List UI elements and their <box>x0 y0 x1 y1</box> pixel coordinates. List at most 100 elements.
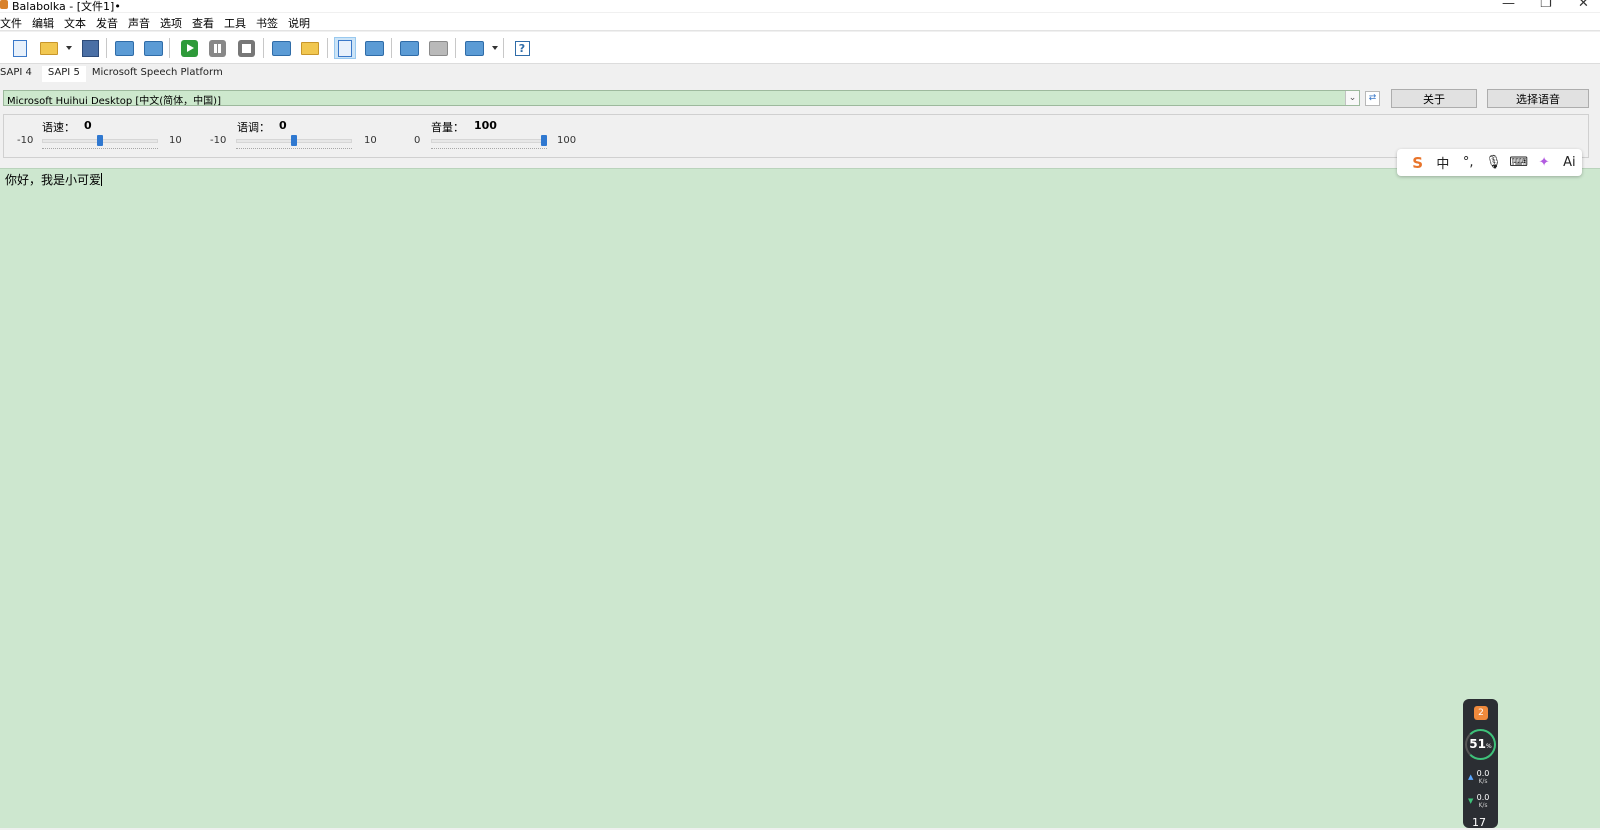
toolbar-separator <box>455 38 456 58</box>
read-clipboard-button[interactable] <box>270 37 292 59</box>
print-button[interactable] <box>113 37 135 59</box>
editor-content[interactable]: 你好，我是小可爱 <box>5 171 103 188</box>
voice-row: Microsoft Huihui Desktop [中文(简体，中国)] ⌄ ⇄… <box>0 86 1600 110</box>
menu-view[interactable]: 查看 <box>192 13 220 30</box>
play-button[interactable] <box>178 37 200 59</box>
tab-sapi4[interactable]: SAPI 4 <box>0 66 36 82</box>
volume-slider-thumb[interactable] <box>541 135 547 146</box>
add-bookmark-button[interactable] <box>398 37 420 59</box>
stop-button[interactable] <box>235 37 257 59</box>
save-icon <box>81 39 99 57</box>
edit-text-icon <box>338 39 352 57</box>
ime-mode-toggle[interactable]: 中 <box>1430 153 1455 172</box>
toolbar-separator <box>503 38 504 58</box>
about-button[interactable]: 关于 <box>1391 89 1477 108</box>
pitch-min: -10 <box>210 135 227 146</box>
add-bookmark-icon <box>399 40 419 56</box>
spell-check-icon <box>364 40 384 56</box>
play-icon <box>180 39 198 57</box>
toolbar-separator <box>391 38 392 58</box>
maximize-button[interactable]: ❐ <box>1540 0 1552 11</box>
read-file-icon <box>301 41 319 55</box>
refresh-voices-button[interactable]: ⇄ <box>1365 91 1380 106</box>
volume-ticks <box>431 148 547 151</box>
toolbar-separator <box>263 38 264 58</box>
menu-file[interactable]: 文件 <box>0 13 28 30</box>
ime-logo-icon[interactable]: S <box>1405 154 1430 172</box>
window-title: Balabolka - [文件1]• <box>12 0 121 13</box>
menu-tools[interactable]: 工具 <box>224 13 252 30</box>
rate-label: 语速： <box>42 121 75 134</box>
help-icon: ? <box>514 40 530 56</box>
menu-edit[interactable]: 编辑 <box>32 13 60 30</box>
spell-check-button[interactable] <box>363 37 385 59</box>
remove-bookmark-button[interactable] <box>427 37 449 59</box>
text-cursor <box>101 173 103 186</box>
voice-settings-panel: 语速： 0 -10 10 语调： 0 -10 10 音量： 100 0 100 <box>3 114 1589 158</box>
volume-value: 100 <box>474 119 497 132</box>
cpu-percent: 51% <box>1463 737 1498 751</box>
download-speed-value: 0.0 <box>1476 793 1490 802</box>
rate-ticks <box>42 148 158 151</box>
voice-select[interactable]: Microsoft Huihui Desktop [中文(简体，中国)] ⌄ <box>3 90 1360 107</box>
pitch-slider-thumb[interactable] <box>291 135 297 146</box>
choose-voice-button[interactable]: 选择语音 <box>1487 89 1589 108</box>
volume-slider[interactable] <box>431 139 547 143</box>
read-file-button[interactable] <box>299 37 321 59</box>
toolbar: ? <box>0 32 1600 64</box>
menu-help[interactable]: 说明 <box>288 13 316 30</box>
chevron-down-icon[interactable]: ⌄ <box>1345 91 1359 105</box>
perf-badge: 2 <box>1474 706 1488 720</box>
help-button[interactable]: ? <box>511 37 533 59</box>
toolbar-separator <box>106 38 107 58</box>
ime-punctuation-toggle[interactable]: °, <box>1456 155 1481 170</box>
refresh-icon: ⇄ <box>1368 93 1377 103</box>
voice-select-value: Microsoft Huihui Desktop [中文(简体，中国)] <box>7 96 221 107</box>
download-speed-unit: K/s <box>1478 802 1488 809</box>
open-folder-icon <box>40 41 58 55</box>
menu-speech[interactable]: 声音 <box>128 13 156 30</box>
open-dropdown-icon[interactable] <box>66 46 72 50</box>
rate-min: -10 <box>17 135 34 146</box>
rate-value: 0 <box>84 119 92 132</box>
read-clipboard-icon <box>271 40 291 56</box>
title-bar: Balabolka - [文件1]• — ❐ ✕ <box>0 0 1600 13</box>
menu-options[interactable]: 选项 <box>160 13 188 30</box>
tab-sapi5[interactable]: SAPI 5 <box>41 66 86 82</box>
engine-tabs: SAPI 4 SAPI 5 Microsoft Speech Platform <box>0 66 233 82</box>
toolbar-separator <box>169 38 170 58</box>
rate-slider-thumb[interactable] <box>97 135 103 146</box>
upload-speed-value: 0.0 <box>1476 769 1490 778</box>
download-speed: 0.0 K/s <box>1470 794 1496 810</box>
performance-widget[interactable]: 2 51% ▲ 0.0 K/s ▼ 0.0 K/s 17 <box>1463 699 1498 829</box>
close-button[interactable]: ✕ <box>1578 0 1589 11</box>
menu-bookmarks[interactable]: 书签 <box>256 13 284 30</box>
pause-icon <box>208 39 226 57</box>
open-file-button[interactable] <box>38 37 60 59</box>
pause-button[interactable] <box>206 37 228 59</box>
toolbar-separator <box>327 38 328 58</box>
edit-text-button[interactable] <box>334 37 356 59</box>
new-document-button[interactable] <box>9 37 31 59</box>
save-button[interactable] <box>79 37 101 59</box>
minimize-button[interactable]: — <box>1502 0 1515 11</box>
menu-pronunciation[interactable]: 发音 <box>96 13 124 30</box>
print-preview-icon <box>143 40 163 56</box>
menu-text[interactable]: 文本 <box>64 13 92 30</box>
ime-ai-button[interactable]: Ai <box>1557 155 1582 170</box>
magic-icon[interactable]: ✦ <box>1531 155 1556 170</box>
bookmarks-dropdown-icon[interactable] <box>492 46 498 50</box>
pitch-value: 0 <box>279 119 287 132</box>
keyboard-icon[interactable]: ⌨ <box>1506 155 1531 170</box>
cpu-percent-unit: % <box>1486 743 1492 750</box>
mic-icon[interactable]: 🎙 <box>1481 155 1506 170</box>
volume-label: 音量： <box>431 121 464 134</box>
rate-max: 10 <box>169 135 182 146</box>
text-editor[interactable]: 你好，我是小可爱 <box>0 168 1600 828</box>
print-preview-button[interactable] <box>142 37 164 59</box>
app-icon <box>0 0 8 9</box>
tab-speech-platform[interactable]: Microsoft Speech Platform <box>92 66 227 82</box>
new-document-icon <box>13 39 27 57</box>
bookmarks-menu-button[interactable] <box>463 37 485 59</box>
pitch-label: 语调： <box>237 121 270 134</box>
